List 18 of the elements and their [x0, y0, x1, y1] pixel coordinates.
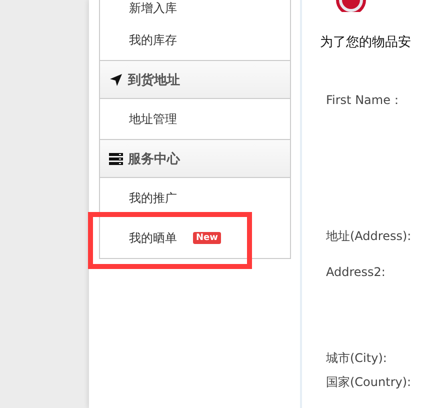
section-title: 服务中心: [128, 150, 180, 168]
navigation-arrow-icon: [109, 72, 123, 86]
section-header[interactable]: 到货地址: [100, 60, 290, 99]
server-icon: [109, 152, 123, 166]
new-badge: New: [193, 232, 221, 244]
section-header[interactable]: 服务中心: [100, 139, 290, 178]
notice-text: 为了您的物品安: [320, 34, 412, 51]
section-title: 到货地址: [128, 72, 180, 88]
menu-item[interactable]: 我的库存: [129, 32, 177, 48]
field-label: 城市(City):: [326, 350, 388, 366]
menu-item[interactable]: 我的推广: [129, 190, 177, 206]
menu-item[interactable]: 我的晒单: [129, 230, 177, 246]
menu-item[interactable]: 新增入库: [129, 0, 177, 17]
field-label: 国家(Country):: [326, 374, 412, 390]
field-label: First Name：: [326, 92, 404, 108]
field-label: Address2:: [326, 264, 386, 280]
menu-item[interactable]: 地址管理: [129, 110, 177, 128]
field-label: 地址(Address):: [326, 228, 412, 244]
